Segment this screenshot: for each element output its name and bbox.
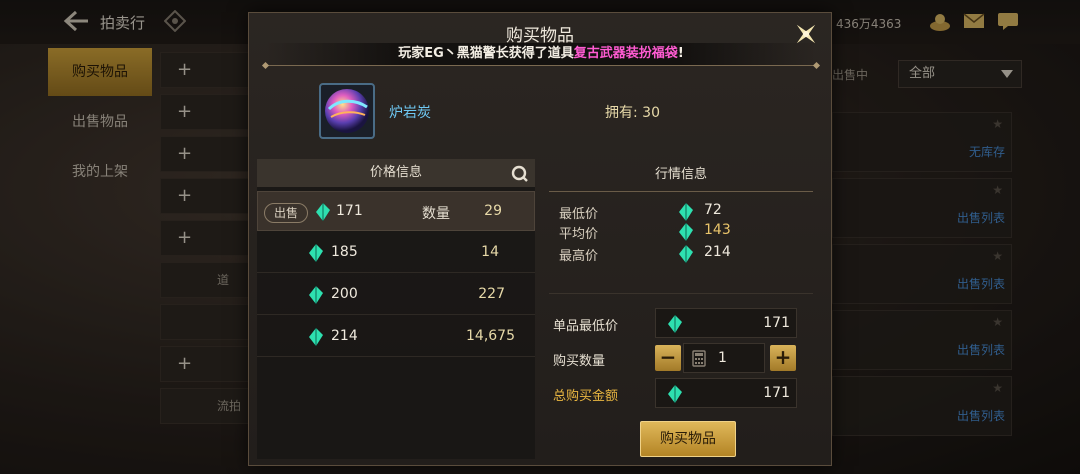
price-row-selected[interactable]: 出售 171 数量 29 — [257, 191, 535, 231]
row-qty-label: 数量 — [422, 206, 450, 222]
total-amount-label: 总购买金额 — [553, 389, 619, 404]
market-info-title: 行情信息 — [654, 167, 707, 182]
lava-coal-orb-icon — [325, 89, 369, 133]
section-divider — [549, 293, 813, 294]
price-row[interactable]: 185 14 — [257, 233, 535, 273]
quantity-input[interactable]: 1 — [683, 343, 765, 373]
avg-price-label: 平均价 — [559, 227, 599, 242]
gem-icon — [668, 315, 682, 333]
gem-icon — [679, 223, 693, 241]
owned-count: 拥有: 30 — [605, 105, 660, 121]
price-row[interactable]: 214 14,675 — [257, 317, 535, 357]
max-price-value: 214 — [704, 244, 731, 260]
quantity-value: 1 — [718, 350, 727, 366]
price-info-panel: 价格信息 出售 171 数量 29 185 14 200 227 214 14,… — [257, 159, 535, 459]
price-info-title: 价格信息 — [369, 165, 422, 180]
title-divider — [265, 65, 817, 66]
announcement-suffix: ! — [677, 46, 684, 61]
quantity-label: 购买数量 — [553, 354, 606, 369]
min-price-value: 72 — [704, 202, 722, 218]
item-thumbnail — [319, 83, 375, 139]
gem-icon — [668, 385, 682, 403]
decrease-quantity-button[interactable]: − — [655, 345, 681, 371]
price-row[interactable]: 200 227 — [257, 275, 535, 315]
avg-price-value: 143 — [704, 222, 731, 238]
row-price: 214 — [331, 328, 358, 344]
buy-button[interactable]: 购买物品 — [640, 421, 736, 457]
gem-icon — [309, 286, 323, 304]
announcement-prefix: 玩家EG丶黑猫警长获得了道具 — [398, 46, 574, 61]
gem-icon — [309, 328, 323, 346]
sell-tag: 出售 — [264, 203, 308, 223]
calculator-icon[interactable] — [692, 350, 706, 367]
item-name: 炉岩炭 — [389, 105, 431, 121]
gem-icon — [679, 245, 693, 263]
gem-icon — [309, 244, 323, 262]
refresh-icon[interactable] — [509, 163, 529, 183]
min-price-label: 最低价 — [559, 207, 599, 222]
announcement-banner: 玩家EG丶黑猫警长获得了道具复古武器装扮福袋! — [265, 43, 817, 65]
market-divider — [549, 191, 813, 192]
row-price: 200 — [331, 286, 358, 302]
row-qty: 227 — [478, 286, 505, 302]
unit-price-field: 171 — [655, 308, 797, 338]
gem-icon — [316, 203, 330, 221]
gem-icon — [679, 203, 693, 221]
announcement-item: 复古武器装扮福袋 — [573, 46, 678, 61]
unit-price-label: 单品最低价 — [553, 319, 619, 334]
total-amount-field: 171 — [655, 378, 797, 408]
purchase-dialog: 购买物品 玩家EG丶黑猫警长获得了道具复古武器装扮福袋! 炉岩炭 拥有: 30 … — [248, 12, 832, 466]
row-qty: 29 — [484, 203, 502, 219]
total-amount-value: 171 — [763, 385, 790, 401]
max-price-label: 最高价 — [559, 249, 599, 264]
increase-quantity-button[interactable]: + — [770, 345, 796, 371]
row-price: 171 — [336, 203, 363, 219]
row-price: 185 — [331, 244, 358, 260]
row-qty: 14,675 — [466, 328, 515, 344]
row-qty: 14 — [481, 244, 499, 260]
price-info-header: 价格信息 — [257, 159, 535, 187]
unit-price-value: 171 — [763, 315, 790, 331]
